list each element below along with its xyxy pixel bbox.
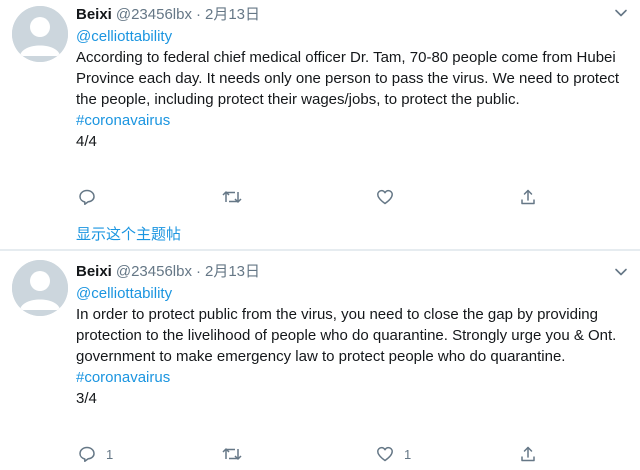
- author-handle[interactable]: @23456lbx: [116, 6, 192, 23]
- tweet-content: Beixi @23456lbx · 2月13日 @celliottability In…: [76, 261, 632, 409]
- tweet-header: Beixi @23456lbx · 2月13日: [76, 261, 632, 283]
- reply-icon: [79, 446, 95, 462]
- reply-button[interactable]: 1: [78, 443, 113, 465]
- avatar[interactable]: [12, 6, 68, 62]
- tweet-date[interactable]: 2月13日: [205, 6, 260, 23]
- tweet-card[interactable]: Beixi @23456lbx · 2月13日 @celliottability In…: [0, 251, 640, 470]
- share-button[interactable]: [519, 443, 537, 465]
- share-icon: [521, 446, 535, 462]
- tweet-card[interactable]: Beixi @23456lbx · 2月13日 @celliottability Ac…: [0, 0, 640, 250]
- thread-count: 3/4: [76, 390, 97, 407]
- like-button[interactable]: 1: [376, 443, 411, 465]
- avatar[interactable]: [12, 260, 68, 316]
- tweet-text: In order to protect public from the viru…: [76, 306, 617, 365]
- author-name[interactable]: Beixi: [76, 263, 112, 280]
- retweet-icon: [222, 448, 242, 460]
- like-button[interactable]: [376, 186, 404, 208]
- chevron-down-icon[interactable]: [614, 6, 628, 20]
- reply-icon: [79, 189, 95, 205]
- hashtag-link[interactable]: #coronavairus: [76, 367, 632, 388]
- reply-button[interactable]: [78, 186, 106, 208]
- tweet-date[interactable]: 2月13日: [205, 263, 260, 280]
- author-handle[interactable]: @23456lbx: [116, 263, 192, 280]
- tweet-actions: [76, 186, 546, 208]
- like-count: 1: [404, 446, 412, 462]
- share-icon: [521, 189, 535, 205]
- thread-count: 4/4: [76, 133, 97, 150]
- share-button[interactable]: [519, 186, 537, 208]
- like-icon: [377, 446, 393, 462]
- tweet-content: Beixi @23456lbx · 2月13日 @celliottability Ac…: [76, 4, 632, 152]
- separator-dot: ·: [195, 263, 201, 280]
- chevron-down-icon[interactable]: [614, 265, 628, 279]
- tweet-text: According to federal chief medical offic…: [76, 49, 620, 108]
- mention-link[interactable]: @celliottability: [76, 283, 632, 304]
- retweet-button[interactable]: [221, 186, 253, 208]
- retweet-icon: [222, 191, 242, 203]
- author-name[interactable]: Beixi: [76, 6, 112, 23]
- mention-link[interactable]: @celliottability: [76, 26, 632, 47]
- like-icon: [377, 189, 393, 205]
- tweet-header: Beixi @23456lbx · 2月13日: [76, 4, 632, 26]
- default-avatar-icon: [12, 6, 68, 62]
- tweet-actions: 1 1: [76, 443, 546, 465]
- separator-dot: ·: [195, 6, 201, 23]
- hashtag-link[interactable]: #coronavairus: [76, 110, 632, 131]
- reply-count: 1: [106, 446, 114, 462]
- show-thread-link[interactable]: 显示这个主题帖: [76, 224, 181, 245]
- retweet-button[interactable]: [221, 443, 253, 465]
- default-avatar-icon: [12, 260, 68, 316]
